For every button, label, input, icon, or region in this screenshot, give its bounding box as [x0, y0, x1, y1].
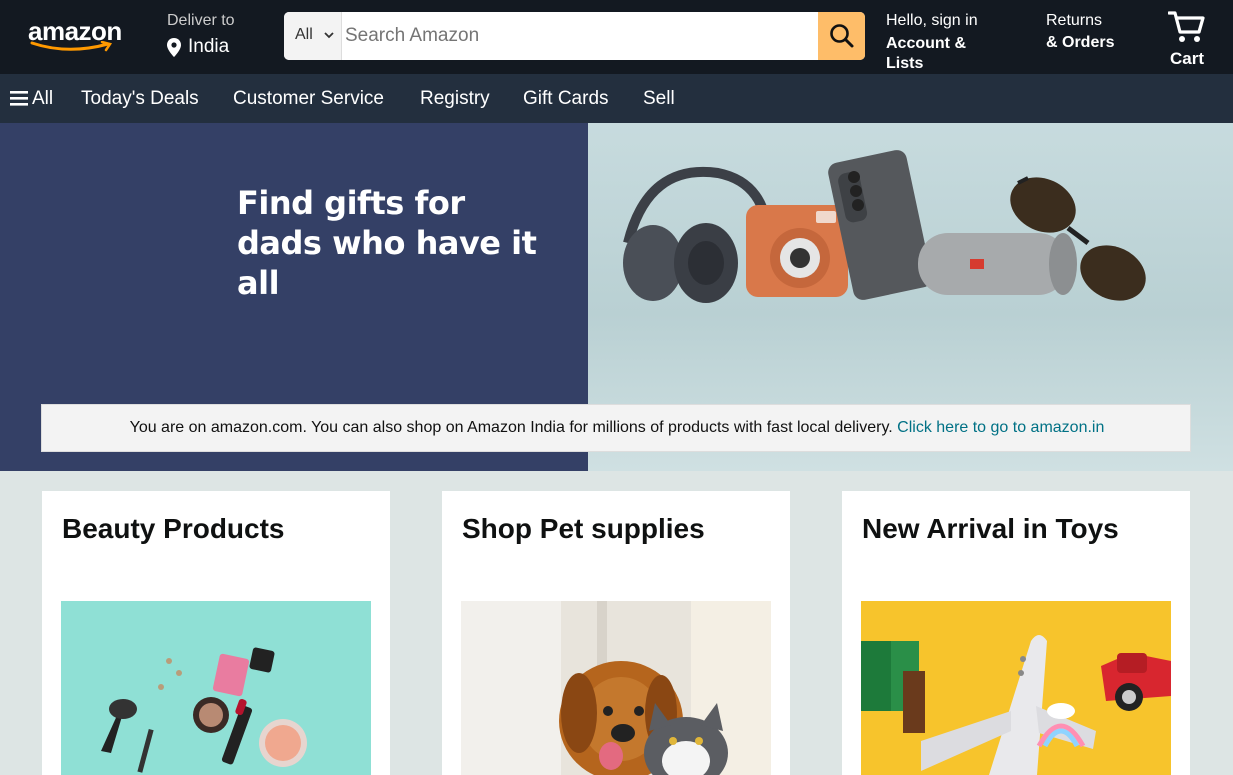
card-title: New Arrival in Toys: [862, 513, 1119, 544]
location-pin-icon: [167, 38, 181, 57]
nav-customer-service[interactable]: Customer Service: [233, 88, 384, 110]
logo-smile-icon: [30, 41, 113, 52]
chevron-down-icon: [324, 32, 334, 39]
nav-gift-cards[interactable]: Gift Cards: [523, 88, 609, 110]
cart-label: Cart: [1170, 49, 1205, 68]
search-input[interactable]: [342, 12, 818, 60]
hamburger-menu-icon[interactable]: [10, 90, 28, 106]
top-nav: amazon Deliver to India All Hello: [0, 0, 1233, 74]
beauty-products-image[interactable]: [61, 601, 371, 775]
nav-todays-deals[interactable]: Today's Deals: [81, 88, 199, 110]
pet-supplies-image[interactable]: [461, 601, 771, 775]
dog-and-cat-illustration: [461, 601, 771, 775]
speaker-image: [918, 233, 1077, 295]
cart-icon: [1168, 11, 1205, 42]
nav-all[interactable]: All: [32, 88, 53, 110]
returns-orders[interactable]: Returns & Orders: [1038, 10, 1138, 60]
deliver-to[interactable]: Deliver to India: [160, 10, 275, 62]
card-pet-supplies[interactable]: Shop Pet supplies: [442, 491, 790, 775]
search-category-label: All: [295, 26, 313, 43]
card-title: Beauty Products: [62, 513, 285, 544]
search-icon: [830, 24, 854, 48]
country-notice: You are on amazon.com. You can also shop…: [41, 404, 1191, 452]
toys-image[interactable]: [861, 601, 1171, 775]
account-lists-label: Account & Lists: [886, 35, 966, 72]
cart-button[interactable]: Cart: [1160, 6, 1220, 70]
returns-label: Returns: [1046, 12, 1103, 29]
makeup-illustration: [101, 647, 307, 773]
sub-nav: All Today's Deals Customer Service Regis…: [0, 74, 1233, 123]
instant-camera-image: [746, 205, 848, 297]
nav-sell[interactable]: Sell: [643, 88, 675, 110]
hero-title: Find gifts for dads who have it all: [237, 183, 577, 303]
card-title: Shop Pet supplies: [462, 513, 705, 544]
deliver-label: Deliver to: [167, 12, 235, 29]
search-bar: All: [284, 12, 865, 60]
card-beauty-products[interactable]: Beauty Products: [42, 491, 390, 775]
amazon-in-link[interactable]: Click here to go to amazon.in: [897, 419, 1104, 436]
notice-text-container: You are on amazon.com. You can also shop…: [42, 419, 1192, 437]
hero-title-line2: dads who have it all: [237, 224, 537, 302]
orders-label: & Orders: [1046, 34, 1115, 51]
amazon-logo[interactable]: amazon: [22, 10, 130, 54]
search-category-select[interactable]: All: [284, 12, 342, 60]
card-toys[interactable]: New Arrival in Toys: [842, 491, 1190, 775]
account-menu[interactable]: Hello, sign in Account & Lists: [878, 10, 1018, 72]
deliver-location: India: [188, 36, 230, 57]
notice-message: You are on amazon.com. You can also shop…: [129, 419, 898, 436]
nav-registry[interactable]: Registry: [420, 88, 490, 110]
toys-illustration: [861, 635, 1171, 775]
account-greeting: Hello, sign in: [886, 12, 978, 29]
search-button[interactable]: [818, 12, 865, 60]
hero-title-line1: Find gifts for: [237, 184, 465, 222]
